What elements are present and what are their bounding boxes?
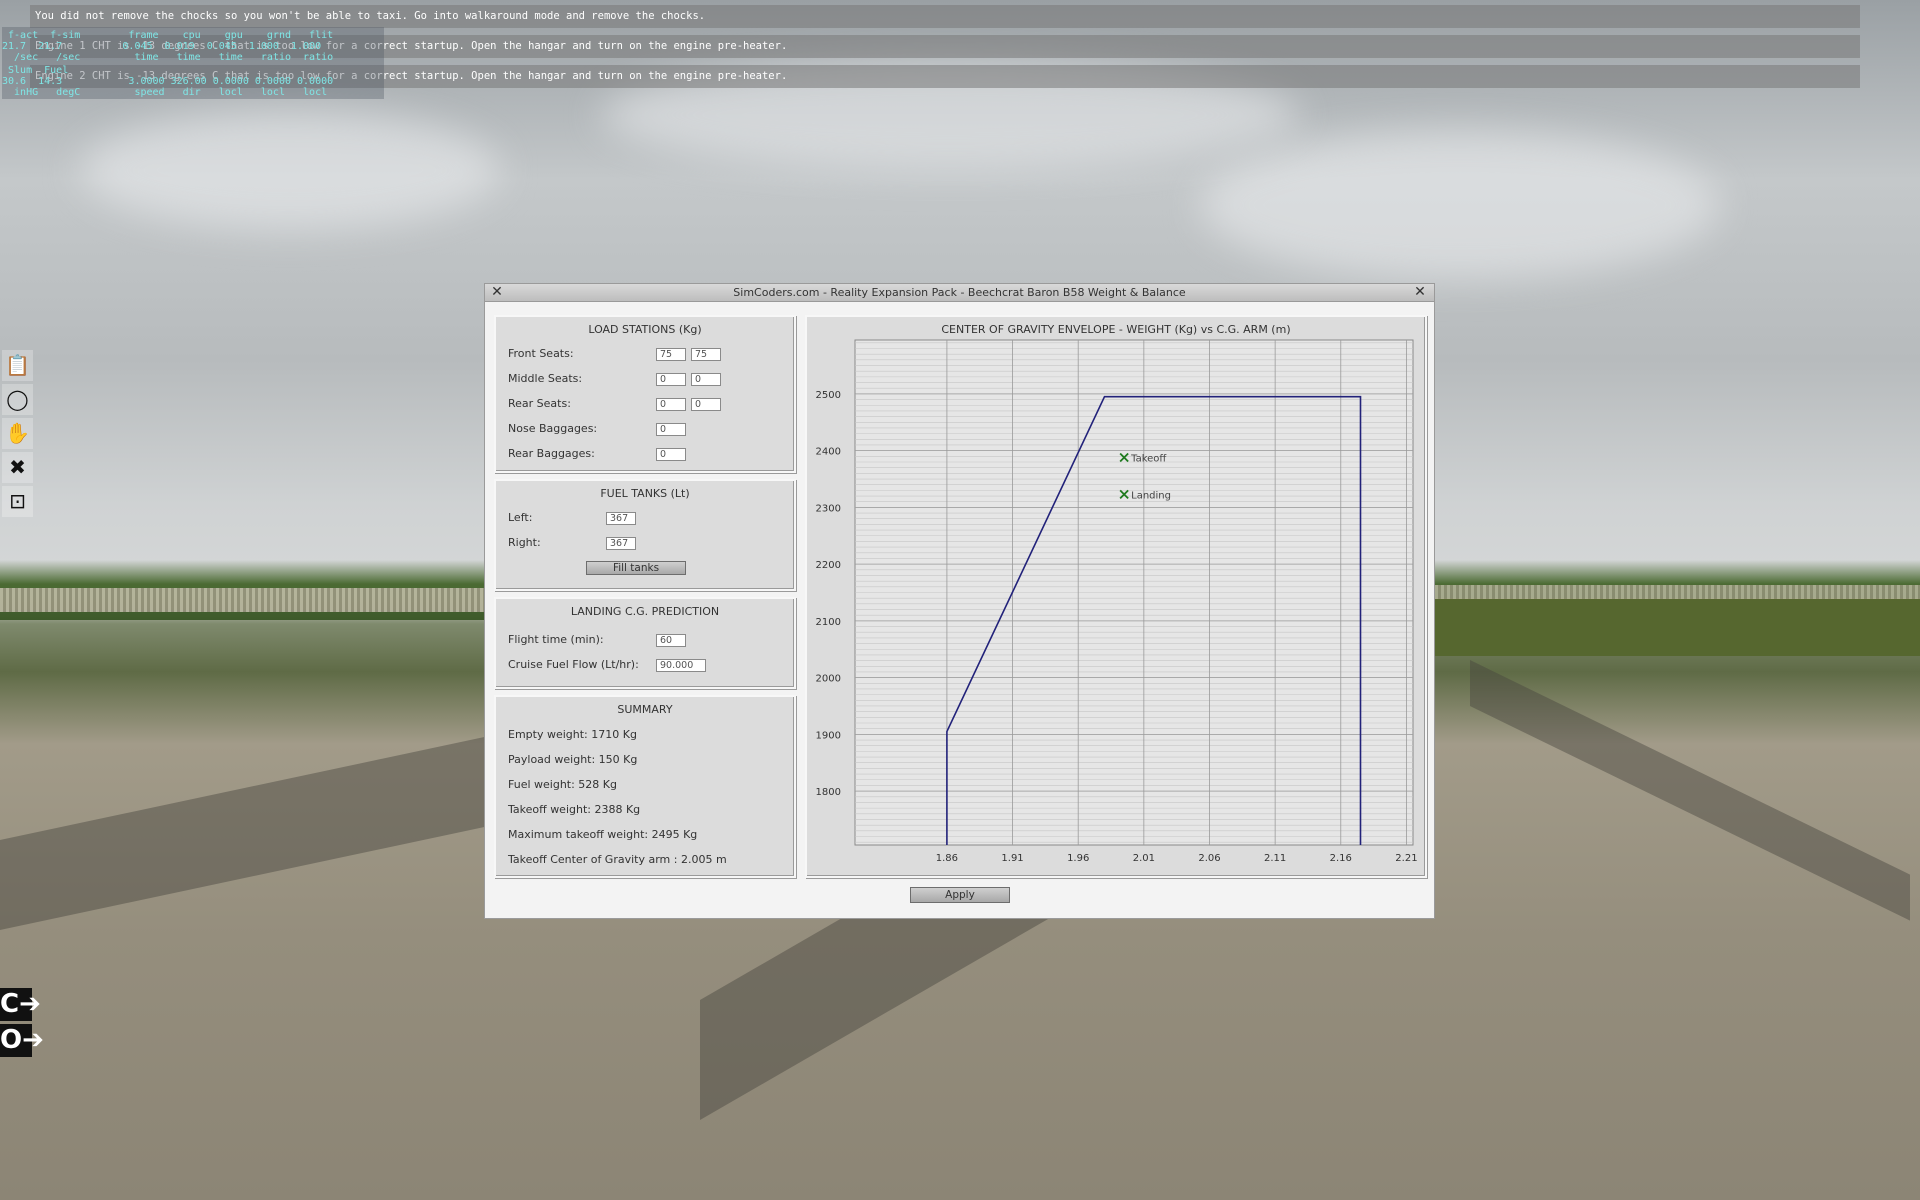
rotate-icon[interactable]: ◯ xyxy=(2,384,33,415)
fuel-tanks-panel: FUEL TANKS (Lt) Left: Right: Fill tanks xyxy=(494,479,796,591)
rear-seat-left-input[interactable] xyxy=(656,398,686,411)
apply-button[interactable]: Apply xyxy=(910,887,1010,903)
rear-seat-right-input[interactable] xyxy=(691,398,721,411)
fill-tanks-button[interactable]: Fill tanks xyxy=(586,561,686,575)
cloud xyxy=(1200,130,1720,280)
takeoff-weight-text: Takeoff weight: 2388 Kg xyxy=(508,803,641,816)
front-seats-label: Front Seats: xyxy=(508,347,574,360)
rear-baggages-label: Rear Baggages: xyxy=(508,447,595,460)
middle-seat-left-input[interactable] xyxy=(656,373,686,386)
x-tick-label: 1.96 xyxy=(1067,853,1089,864)
y-tick-label: 1800 xyxy=(816,787,841,798)
y-tick-label: 2400 xyxy=(816,447,841,458)
x-tick-label: 2.06 xyxy=(1198,853,1220,864)
fuel-weight-text: Fuel weight: 528 Kg xyxy=(508,778,617,791)
empty-weight-text: Empty weight: 1710 Kg xyxy=(508,728,637,741)
rear-seats-label: Rear Seats: xyxy=(508,397,571,410)
checklist-icon[interactable]: 📋 xyxy=(2,350,33,381)
left-tank-label: Left: xyxy=(508,511,533,524)
fence xyxy=(1435,585,1920,599)
max-takeoff-weight-text: Maximum takeoff weight: 2495 Kg xyxy=(508,828,698,841)
flight-time-input[interactable] xyxy=(656,634,686,647)
command-c-button[interactable]: C➔ xyxy=(0,988,41,1021)
y-tick-label: 2200 xyxy=(816,560,841,571)
hand-icon[interactable]: ✋ xyxy=(2,418,33,449)
tools-icon[interactable]: ✖ xyxy=(2,452,33,483)
cg-point-label: Takeoff xyxy=(1130,453,1167,464)
taxi-stripe xyxy=(0,729,520,930)
nose-baggages-label: Nose Baggages: xyxy=(508,422,598,435)
front-seat-left-input[interactable] xyxy=(656,348,686,361)
stats-row: 30.6 14.3 3.0000 326.00 0.0000 0.0000 0.… xyxy=(2,76,334,87)
takeoff-cg-arm-text: Takeoff Center of Gravity arm : 2.005 m xyxy=(508,853,727,866)
y-tick-label: 2300 xyxy=(816,503,841,514)
chart-icon[interactable]: ⊡ xyxy=(2,486,33,517)
y-tick-label: 2000 xyxy=(816,674,841,685)
x-tick-label: 2.16 xyxy=(1330,853,1352,864)
load-stations-panel: LOAD STATIONS (Kg) Front Seats: Middle S… xyxy=(494,315,796,473)
x-tick-label: 2.11 xyxy=(1264,853,1286,864)
cg-envelope-chart: 1800 1900 2000 2100 2200 2300 2400 2500 1.86 1.91… xyxy=(816,339,1418,864)
middle-seat-right-input[interactable] xyxy=(691,373,721,386)
panel-title: SUMMARY xyxy=(617,703,673,716)
stats-row: 21.7 21.7 0.045 0.019 0.045 1.000 1.000 xyxy=(2,41,322,52)
dialog-title: SimCoders.com - Reality Expansion Pack -… xyxy=(733,286,1186,299)
rear-baggages-input[interactable] xyxy=(656,448,686,461)
taxi-stripe xyxy=(1470,660,1910,921)
middle-seats-label: Middle Seats: xyxy=(508,372,583,385)
stats-row: Slum Fuel xyxy=(2,65,69,76)
x-tick-label: 1.86 xyxy=(936,853,958,864)
cloud xyxy=(80,110,500,230)
right-tank-input[interactable] xyxy=(606,537,636,550)
landing-prediction-panel: LANDING C.G. PREDICTION Flight time (min… xyxy=(494,597,796,689)
close-icon[interactable]: ✕ xyxy=(1412,284,1428,300)
cg-point-label: Landing xyxy=(1131,490,1171,501)
nose-baggages-input[interactable] xyxy=(656,423,686,436)
fuel-flow-label: Cruise Fuel Flow (Lt/hr): xyxy=(508,658,639,671)
x-tick-label: 2.21 xyxy=(1395,853,1417,864)
x-tick-label: 2.01 xyxy=(1133,853,1155,864)
panel-title: LANDING C.G. PREDICTION xyxy=(570,605,720,618)
panel-title: LOAD STATIONS (Kg) xyxy=(588,323,702,336)
left-toolbar: 📋 ◯ ✋ ✖ ⊡ xyxy=(2,350,33,520)
y-tick-label: 2500 xyxy=(816,390,841,401)
panel-title: FUEL TANKS (Lt) xyxy=(600,487,690,500)
front-seat-right-input[interactable] xyxy=(691,348,721,361)
x-tick-label: 1.91 xyxy=(1001,853,1023,864)
y-tick-label: 2100 xyxy=(816,617,841,628)
stats-row: f-act f-sim frame cpu gpu grnd flit xyxy=(2,30,334,41)
grass xyxy=(1435,598,1920,656)
stats-row: /sec /sec time time time ratio ratio xyxy=(2,52,334,63)
fuel-flow-input[interactable] xyxy=(656,659,706,672)
cg-envelope-panel: CENTER OF GRAVITY ENVELOPE - WEIGHT (Kg)… xyxy=(805,315,1427,878)
command-o-button[interactable]: O➔ xyxy=(0,1024,44,1057)
stats-row: inHG degC speed dir locl locl locl xyxy=(2,87,328,98)
notification-message: You did not remove the chocks so you won… xyxy=(30,5,1860,28)
dialog-titlebar[interactable]: ✕ SimCoders.com - Reality Expansion Pack… xyxy=(485,284,1434,302)
payload-weight-text: Payload weight: 150 Kg xyxy=(508,753,638,766)
frame-rate-stats: f-act f-sim frame cpu gpu grnd flit 21.7… xyxy=(2,27,384,99)
left-tank-input[interactable] xyxy=(606,512,636,525)
flight-time-label: Flight time (min): xyxy=(508,633,604,646)
summary-panel: SUMMARY Empty weight: 1710 Kg Payload we… xyxy=(494,695,796,878)
weight-balance-dialog: ✕ SimCoders.com - Reality Expansion Pack… xyxy=(484,283,1435,919)
y-tick-label: 1900 xyxy=(816,730,841,741)
fence xyxy=(0,588,490,612)
right-tank-label: Right: xyxy=(508,536,541,549)
